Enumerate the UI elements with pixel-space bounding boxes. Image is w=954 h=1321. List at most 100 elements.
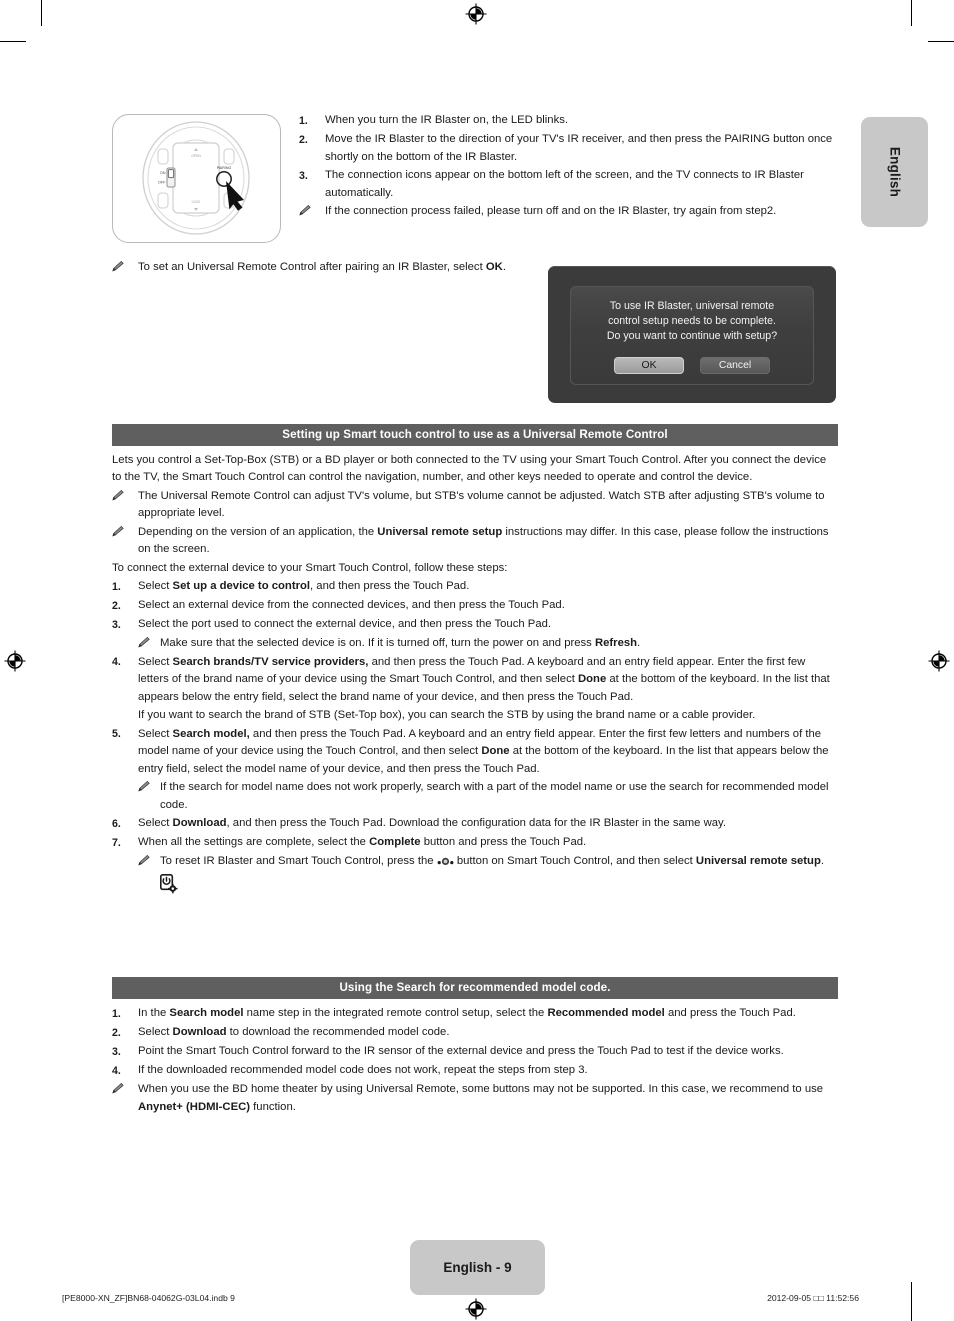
note-text-c: . <box>637 637 641 649</box>
page-number-label: English - 9 <box>443 1260 512 1275</box>
footer-file-name: [PE8000-XN_ZF]BN68-04062G-03L04.indb 9 <box>62 1293 235 1303</box>
step-text: Move the IR Blaster to the direction of … <box>325 133 833 163</box>
step-text-part: Select <box>138 727 173 740</box>
svg-text:OFF: OFF <box>158 181 166 185</box>
step-text: The connection icons appear on the botto… <box>325 169 804 199</box>
note-text: Make sure that the selected device is on… <box>160 635 838 653</box>
pencil-note-icon <box>138 853 160 900</box>
step-text-part: to download the recommended model code. <box>226 1026 450 1038</box>
list-item: 2. Select an external device from the co… <box>112 597 838 615</box>
note-text: When you use the BD home theater by usin… <box>138 1081 838 1116</box>
step-text: In the Search model name step in the int… <box>138 1005 838 1023</box>
manual-page: English OPEN LOCK ON OFF PAIRING 1. When… <box>0 0 954 1321</box>
pencil-note-icon <box>138 779 160 814</box>
crop-mark-top-left-h <box>0 41 26 43</box>
step-number: 3. <box>112 1045 121 1058</box>
step-text-bold: Done <box>481 745 510 757</box>
crop-mark-top-right-v <box>911 0 913 26</box>
page-number-box: English - 9 <box>410 1240 545 1295</box>
section1-step4-extra: If you want to search the brand of STB (… <box>138 709 756 721</box>
step-text-bold: Search model <box>169 1007 244 1019</box>
note-text-bold: Universal remote setup <box>695 855 821 867</box>
step-text-bold: Search brands/TV service providers, <box>172 655 369 668</box>
step-text: Select Download, and then press the Touc… <box>138 815 838 833</box>
osd-dialog-inner: To use IR Blaster, universal remote cont… <box>570 286 814 385</box>
step-number: 5. <box>112 728 121 740</box>
osd-message-line-2: control setup needs to be complete. <box>608 315 776 327</box>
step-text-bold: Search model, <box>172 727 250 740</box>
note-item: When you use the BD home theater by usin… <box>112 1081 838 1116</box>
ir-blaster-illustration: OPEN LOCK ON OFF PAIRING <box>112 114 281 243</box>
osd-dialog-buttons: OK Cancel <box>614 357 770 374</box>
note-item: Make sure that the selected device is on… <box>138 635 838 653</box>
step-text: Select Search model, and then press the … <box>138 726 838 779</box>
step-text: Select Set up a device to control, and t… <box>138 578 838 596</box>
registration-mark-bottom <box>465 1298 487 1320</box>
note-item-reset: To reset IR Blaster and Smart Touch Cont… <box>138 853 838 900</box>
step-text-bold: Download <box>172 1026 227 1038</box>
list-item: 1. When you turn the IR Blaster on, the … <box>299 112 838 130</box>
list-item: 2. Select Download to download the recom… <box>112 1024 838 1042</box>
osd-message-line-3: Do you want to continue with setup? <box>606 330 778 342</box>
note-item: If the search for model name does not wo… <box>138 779 838 814</box>
step-text-part: name step in the integrated remote contr… <box>243 1007 548 1019</box>
step-text: Point the Smart Touch Control forward to… <box>138 1045 784 1057</box>
svg-text:PAIRING: PAIRING <box>217 166 232 170</box>
list-item: 5. Select Search model, and then press t… <box>112 726 838 779</box>
osd-dialog-message: To use IR Blaster, universal remote cont… <box>607 299 777 344</box>
note-text-a: Make sure that the selected device is on… <box>160 637 595 649</box>
step-text-part: In the <box>138 1007 170 1019</box>
note-text-a: When you use the BD home theater by usin… <box>138 1083 824 1095</box>
step-text-part: and press the Touch Pad. <box>664 1007 796 1019</box>
osd-message-line-1: To use IR Blaster, universal remote <box>609 300 775 312</box>
step-number: 2. <box>299 133 308 146</box>
section1-steps-list: 1. Select Set up a device to control, an… <box>112 578 838 900</box>
section1-step4-extra-wrap: If you want to search the brand of STB (… <box>112 707 838 725</box>
section-header-recommended-model: Using the Search for recommended model c… <box>112 977 838 999</box>
step-text-part: Select <box>138 655 173 668</box>
list-item: 4. If the downloaded recommended model c… <box>112 1062 838 1080</box>
step-number: 1. <box>299 114 308 127</box>
footer-timestamp: 2012-09-05 □□ 11:52:56 <box>767 1293 859 1303</box>
osd-ok-button[interactable]: OK <box>614 357 684 374</box>
svg-text:OPEN: OPEN <box>191 154 201 158</box>
step-number: 2. <box>112 599 121 612</box>
language-tab: English <box>861 117 928 227</box>
step-number: 6. <box>112 817 121 830</box>
content-column: OPEN LOCK ON OFF PAIRING 1. When you tur… <box>112 112 838 1117</box>
note-text-bold: Universal remote setup <box>377 525 503 538</box>
note-text-a: To reset IR Blaster and Smart Touch Cont… <box>160 855 437 867</box>
ok-note-after: . <box>502 261 506 273</box>
pencil-note-icon <box>138 635 160 653</box>
section1-intro: Lets you control a Set-Top-Box (STB) or … <box>112 453 827 484</box>
svg-text:ON: ON <box>160 171 166 175</box>
step-text-part: Select <box>138 580 173 592</box>
step-text: When you turn the IR Blaster on, the LED… <box>325 114 569 126</box>
osd-cancel-button[interactable]: Cancel <box>700 357 770 374</box>
registration-mark-right <box>928 650 950 672</box>
note-text: The Universal Remote Control can adjust … <box>138 489 825 520</box>
step-number: 4. <box>112 1064 121 1077</box>
pencil-note-icon <box>112 524 138 559</box>
step-number: 2. <box>112 1026 121 1039</box>
section-header-universal-remote: Setting up Smart touch control to use as… <box>112 423 838 446</box>
note-text: To reset IR Blaster and Smart Touch Cont… <box>160 853 838 900</box>
step-number: 1. <box>112 580 121 593</box>
list-item: 7. When all the settings are complete, s… <box>112 834 838 852</box>
step-text-bold: Set up a device to control <box>172 580 311 592</box>
pencil-note-icon <box>299 203 325 221</box>
note-text-c: function. <box>250 1100 296 1113</box>
section1-note-2: Depending on the version of an applicati… <box>112 524 838 559</box>
pencil-note-icon <box>112 1081 138 1116</box>
section2-steps-list: 1. In the Search model name step in the … <box>112 1005 838 1116</box>
step-text-bold: Complete <box>369 836 421 848</box>
list-item: 3. Point the Smart Touch Control forward… <box>112 1043 838 1061</box>
more-button-icon <box>437 855 454 873</box>
crop-mark-bottom-right-v <box>911 1282 913 1321</box>
step-text: Select Download to download the recommen… <box>138 1024 838 1042</box>
registration-mark-top <box>465 3 487 25</box>
step-text: Select the port used to connect the exte… <box>138 618 552 630</box>
section1-lead: To connect the external device to your S… <box>112 561 508 574</box>
list-item: 3. Select the port used to connect the e… <box>112 616 838 634</box>
